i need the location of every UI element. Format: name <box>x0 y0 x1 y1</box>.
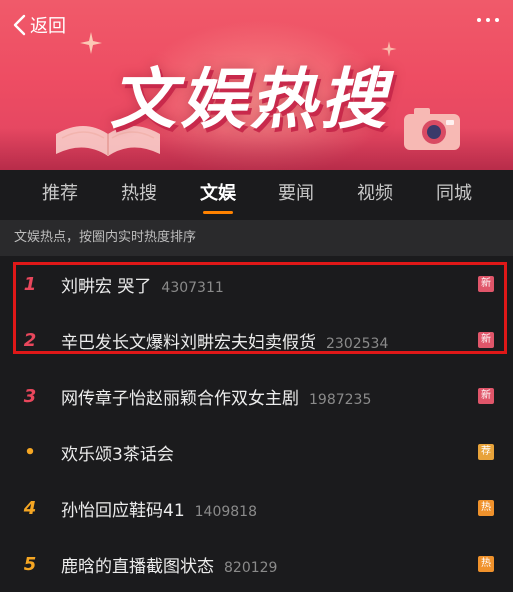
rank-number: 2 <box>23 329 37 351</box>
hot-list: 1 刘畊宏 哭了 4307311 新 2 辛巴发长文爆料刘畊宏夫妇卖假货 23025… <box>0 256 513 592</box>
rank-number: 3 <box>23 385 37 407</box>
back-button[interactable]: 返回 <box>12 12 66 38</box>
sparkle-icon <box>80 32 102 54</box>
rank-dot: • <box>24 441 36 463</box>
item-title-wrap: 欢乐颂3茶话会 <box>61 440 174 465</box>
item-title-wrap: 辛巴发长文爆料刘畊宏夫妇卖假货 2302534 <box>61 328 388 353</box>
chevron-left-icon <box>13 14 26 36</box>
list-item[interactable]: 3 网传章子怡赵丽颖合作双女主剧 1987235 新 <box>0 368 513 424</box>
list-item[interactable]: • 欢乐颂3茶话会 荐 <box>0 424 513 480</box>
item-title: 鹿晗的直播截图状态 <box>61 556 214 577</box>
item-title: 网传章子怡赵丽颖合作双女主剧 <box>61 388 299 409</box>
tab-entertainment[interactable]: 文娱 <box>200 170 236 220</box>
item-count: 820129 <box>224 559 278 576</box>
item-count: 1409818 <box>194 503 257 520</box>
banner: 返回 文娱热搜 <box>0 0 513 170</box>
camera-icon <box>404 108 460 150</box>
new-badge: 新 <box>478 388 494 404</box>
item-title: 刘畊宏 哭了 <box>61 276 152 297</box>
tab-video[interactable]: 视频 <box>357 170 393 220</box>
new-badge: 新 <box>478 332 494 348</box>
item-count: 1987235 <box>309 391 372 408</box>
item-title: 孙怡回应鞋码41 <box>61 500 185 521</box>
rank-number: 5 <box>23 553 37 575</box>
tab-hot-search[interactable]: 热搜 <box>121 170 157 220</box>
item-count: 4307311 <box>161 279 224 296</box>
tab-bar: 推荐 热搜 文娱 要闻 视频 同城 <box>0 170 513 220</box>
rank-number: 1 <box>23 273 37 295</box>
item-title-wrap: 鹿晗的直播截图状态 820129 <box>61 552 277 577</box>
rank-number: 4 <box>23 497 37 519</box>
list-item[interactable]: 2 辛巴发长文爆料刘畊宏夫妇卖假货 2302534 新 <box>0 312 513 368</box>
item-title: 欢乐颂3茶话会 <box>61 444 174 465</box>
hot-badge: 热 <box>478 556 494 572</box>
new-badge: 新 <box>478 276 494 292</box>
list-item[interactable]: 1 刘畊宏 哭了 4307311 新 <box>0 256 513 312</box>
list-item[interactable]: 5 鹿晗的直播截图状态 820129 热 <box>0 536 513 592</box>
item-title-wrap: 刘畊宏 哭了 4307311 <box>61 272 224 297</box>
list-description: 文娱热点，按圈内实时热度排序 <box>0 220 513 256</box>
more-icon[interactable] <box>477 18 499 22</box>
item-title-wrap: 孙怡回应鞋码41 1409818 <box>61 496 257 521</box>
item-title-wrap: 网传章子怡赵丽颖合作双女主剧 1987235 <box>61 384 371 409</box>
item-count: 2302534 <box>326 335 389 352</box>
list-item[interactable]: 4 孙怡回应鞋码41 1409818 热 <box>0 480 513 536</box>
item-title: 辛巴发长文爆料刘畊宏夫妇卖假货 <box>61 332 316 353</box>
tab-news[interactable]: 要闻 <box>278 170 314 220</box>
hot-badge: 热 <box>478 500 494 516</box>
recommend-badge: 荐 <box>478 444 494 460</box>
banner-title: 文娱热搜 <box>110 61 390 138</box>
tab-recommend[interactable]: 推荐 <box>42 170 78 220</box>
tab-local[interactable]: 同城 <box>436 170 472 220</box>
back-label: 返回 <box>30 16 66 37</box>
